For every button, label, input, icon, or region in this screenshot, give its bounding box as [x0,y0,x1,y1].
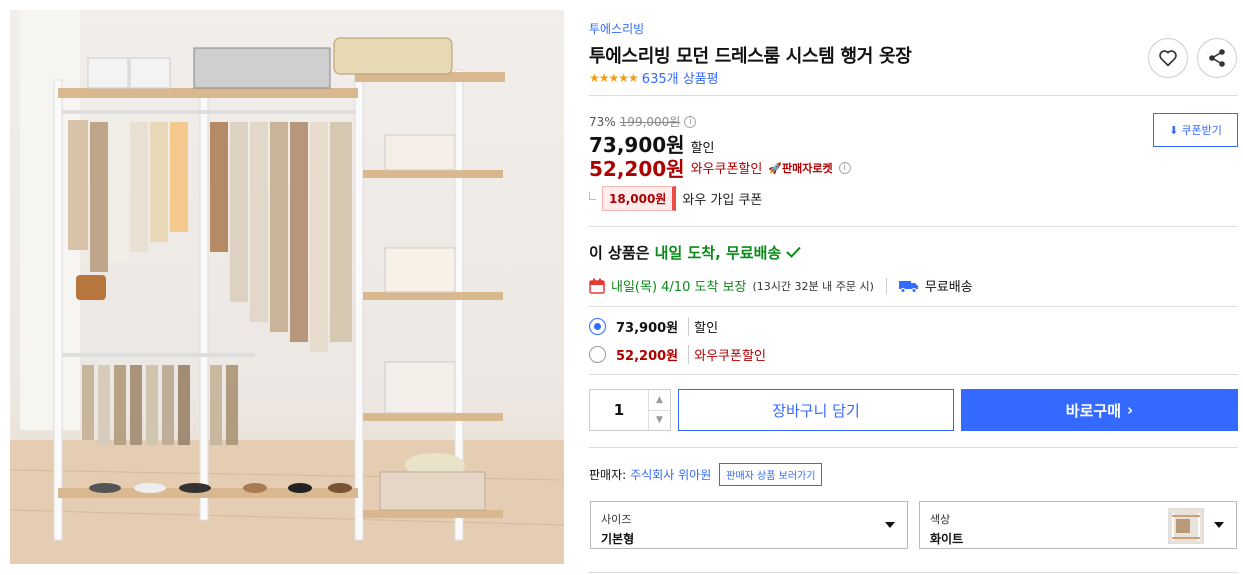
tree-corner [589,191,596,200]
divider [589,374,1238,375]
rating-row[interactable]: ★★★★★ 635개 상품평 [589,68,719,88]
original-price-row: 73% 199,000원 i [589,113,697,130]
option-label: 할인 [688,317,718,336]
size-select[interactable]: 사이즈 기본형 [590,501,908,549]
rocket-icon: 🚀 [768,161,783,175]
product-info-panel: 투에스리빙 투에스리빙 모던 드레스룸 시스템 행거 옷장 ★★★★★ 635개… [589,0,1238,575]
original-price: 199,000원 [619,115,681,129]
seller-products-button[interactable]: 판매자 상품 보러가기 [719,463,823,486]
caret-down-icon [1214,522,1224,528]
decrease-quantity-button[interactable]: ▼ [649,409,670,431]
download-icon: ⬇ [1169,123,1179,137]
price-option[interactable]: 73,900원 할인 [589,317,718,336]
wow-price-row: 52,200원 와우쿠폰할인 🚀판매자로켓 i [589,153,851,182]
delivery-row: 내일(목) 4/10 도착 보장 (13시간 32분 내 주문 시) 무료배송 [589,276,973,295]
join-coupon-text: 와우 가입 쿠폰 [682,193,763,208]
heart-icon [1159,50,1177,67]
seller-row: 판매자: 주식회사 위아원 판매자 상품 보러가기 [589,463,823,486]
seller-prefix: 판매자: [589,468,627,482]
add-to-cart-button[interactable]: 장바구니 담기 [678,389,954,431]
increase-quantity-button[interactable]: ▲ [649,390,670,410]
buy-now-label: 바로구매 [1065,401,1121,420]
delivery-headline: 이 상품은 내일 도착, 무료배송 [589,242,802,263]
color-option-thumbnail [1168,508,1204,544]
coupon-download-button[interactable]: ⬇ 쿠폰받기 [1153,113,1238,147]
product-title: 투에스리빙 모던 드레스룸 시스템 행거 옷장 [589,46,912,67]
option-label: 와우쿠폰할인 [688,345,766,364]
coupon-button-label: 쿠폰받기 [1181,124,1222,137]
caret-down-icon [885,522,895,528]
option-radio-selected[interactable] [589,318,606,335]
divider [589,447,1238,448]
option-price: 52,200원 [616,349,679,364]
share-icon [1209,49,1225,67]
chevron-right-icon: › [1127,401,1134,419]
vertical-separator [885,277,887,294]
order-deadline: (13시간 32분 내 주문 시) [752,279,874,293]
option-price: 73,900원 [616,321,679,336]
rocket-badge: 🚀판매자로켓 [768,160,832,176]
quantity-input[interactable]: 1 [590,390,648,430]
checkmark-icon [786,246,802,258]
review-count-link[interactable]: 635개 상품평 [642,68,719,87]
share-button[interactable] [1197,38,1237,78]
discount-rate: 73% [589,114,616,129]
arrival-date: 내일(목) 4/10 도착 보장 [611,280,747,295]
join-coupon-badge: 18,000원 [602,186,677,211]
delivery-highlight: 내일 도착, 무료배송 [654,244,782,262]
wow-price: 52,200원 [589,157,685,181]
seller-name-link[interactable]: 주식회사 위아원 [630,466,711,483]
divider [589,306,1238,307]
join-coupon-row: 18,000원 와우 가입 쿠폰 [589,186,762,211]
rocket-badge-label: 판매자로켓 [782,161,833,175]
buy-now-button[interactable]: 바로구매 › [961,389,1238,431]
option-radio[interactable] [589,346,606,363]
free-shipping-label: 무료배송 [924,280,973,295]
divider [589,95,1238,96]
color-select[interactable]: 색상 화이트 [919,501,1237,549]
quantity-stepper[interactable]: 1 ▲ ▼ [589,389,671,431]
size-select-value: 기본형 [601,532,635,546]
info-icon[interactable]: i [838,161,851,174]
delivery-headline-prefix: 이 상품은 [589,244,655,262]
product-image[interactable] [10,10,564,564]
wow-label: 와우쿠폰할인 [690,162,763,177]
price-option[interactable]: 52,200원 와우쿠폰할인 [589,345,766,364]
rating-stars: ★★★★★ [589,70,639,85]
divider [589,572,1238,573]
calendar-icon [589,278,605,294]
size-select-label: 사이즈 [601,513,632,526]
info-icon[interactable]: i [684,115,697,128]
product-page: 투에스리빙 투에스리빙 모던 드레스룸 시스템 행거 옷장 ★★★★★ 635개… [0,0,1243,575]
brand-link[interactable]: 투에스리빙 [589,20,644,37]
favorite-button[interactable] [1148,38,1188,78]
divider [589,226,1238,227]
truck-icon [898,280,918,293]
